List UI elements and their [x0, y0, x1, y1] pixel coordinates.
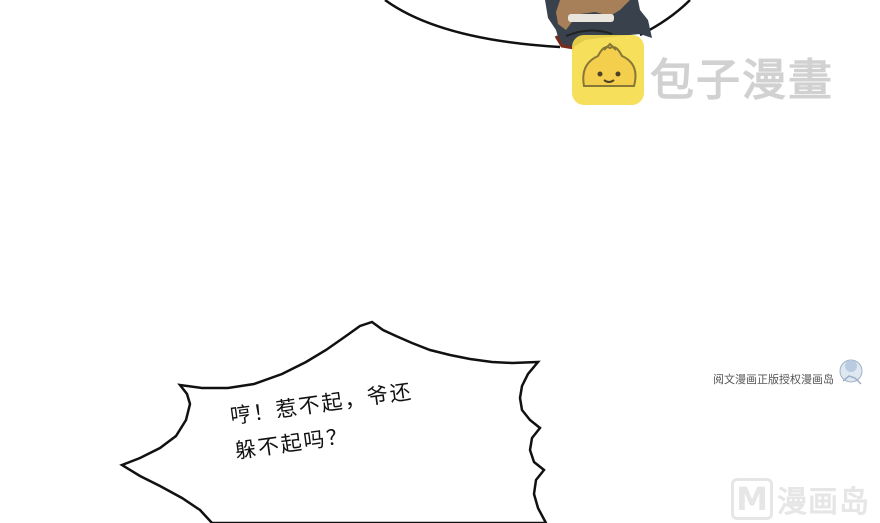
corner-watermark-logo: M	[731, 478, 773, 520]
brand-watermark-text: 包子漫畫	[650, 55, 834, 106]
mascot-icon	[839, 359, 863, 385]
corner-watermark-text: 漫画岛	[777, 485, 870, 520]
top-speech-bubble-edge	[384, 0, 561, 49]
comic-page: 包子漫畫 阅文漫画正版授权漫画岛 哼！惹不起，爷还 躲不起吗？ M 漫画岛	[0, 0, 880, 523]
license-credit-text: 阅文漫画正版授权漫画岛	[713, 373, 834, 386]
steamed-bun-icon	[572, 35, 644, 105]
corner-watermark: M 漫画岛	[731, 476, 870, 522]
